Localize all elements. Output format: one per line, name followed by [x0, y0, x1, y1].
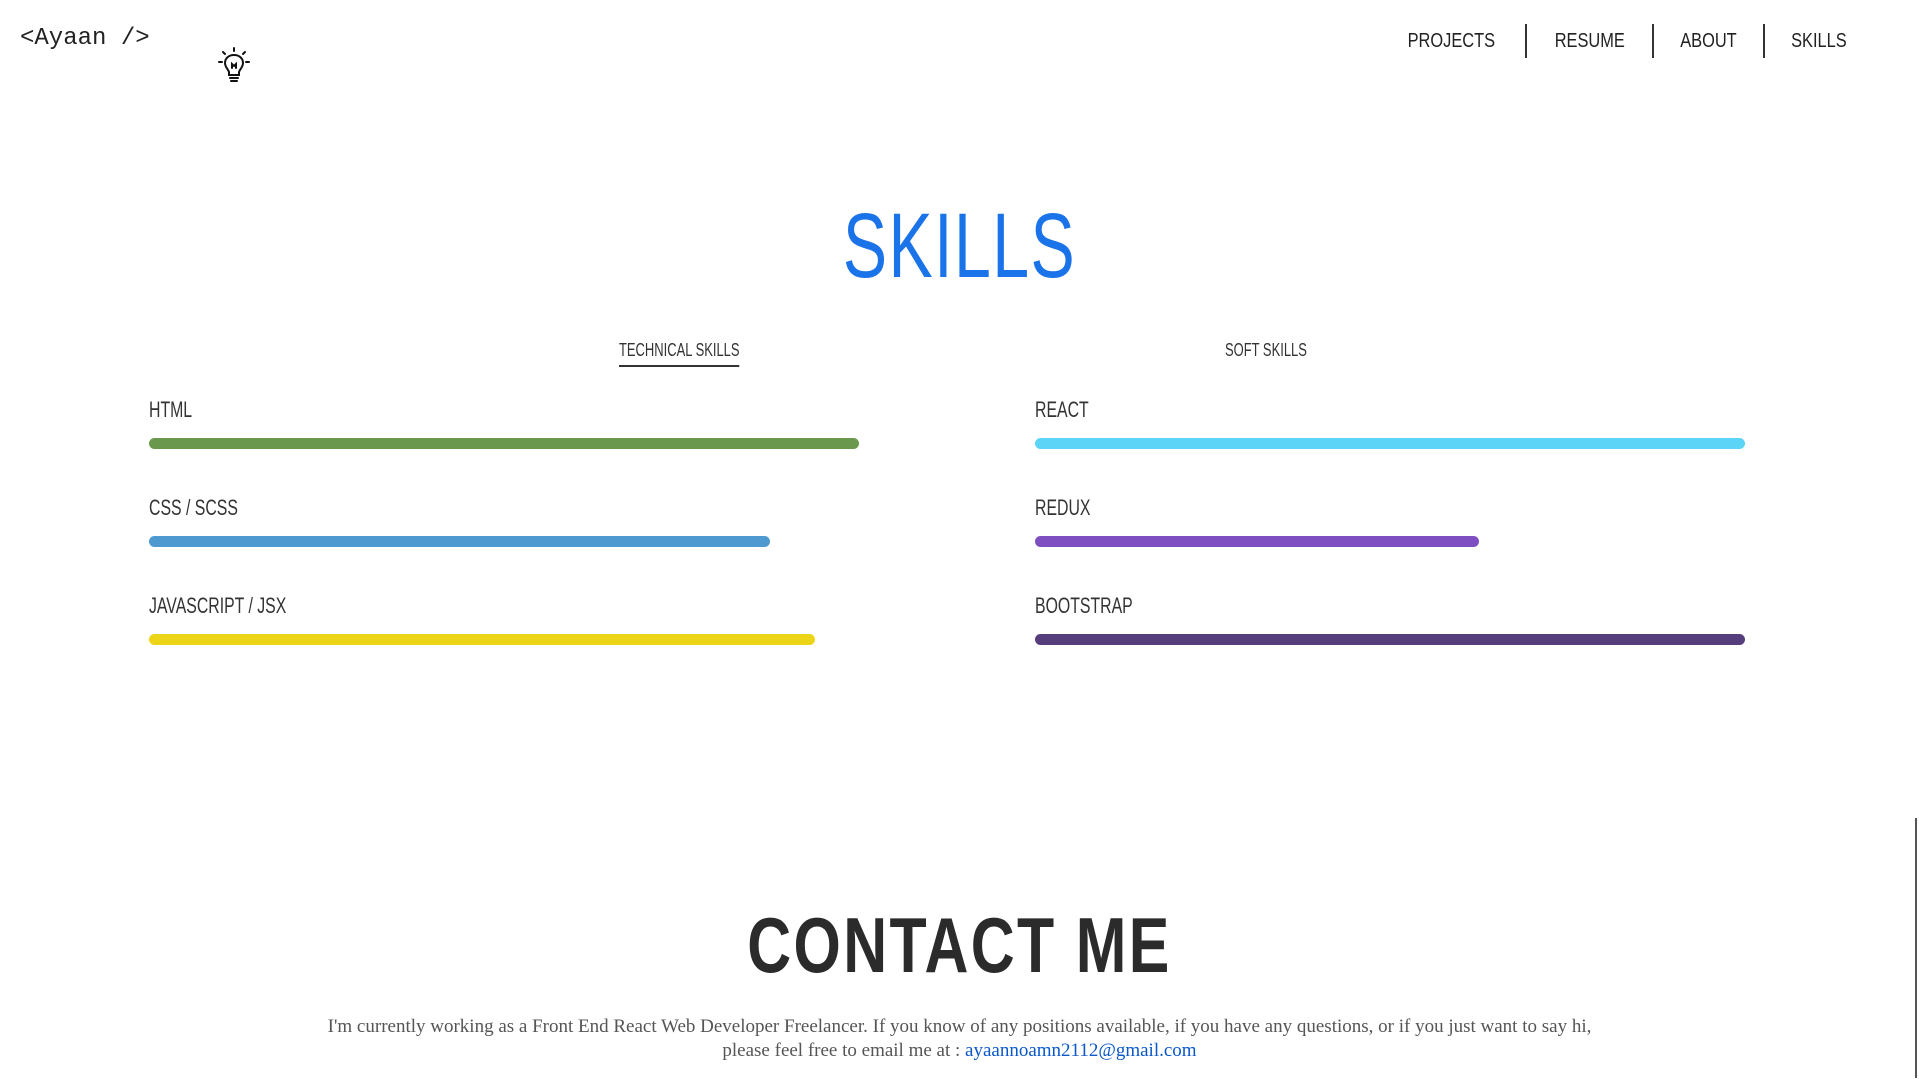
skill-bootstrap: BOOTSTRAP [1035, 592, 1745, 645]
skill-bar [149, 634, 859, 645]
lightbulb-icon [160, 19, 251, 82]
main-nav: PROJECTS RESUME ABOUT SKILLS [1378, 24, 1873, 58]
contact-line-2-text: please feel free to email me at : [722, 1040, 966, 1061]
skill-label: REACT [1035, 397, 1089, 422]
nav-divider [1652, 24, 1655, 58]
skill-bar [149, 536, 859, 547]
skill-bar-fill [1035, 634, 1745, 645]
skill-label: REDUX [1035, 495, 1091, 520]
skill-bar [1035, 634, 1745, 645]
skill-label: HTML [149, 397, 193, 422]
nav-projects[interactable]: PROJECTS [1391, 24, 1511, 58]
skill-bar [1035, 438, 1745, 449]
skill-javascript: JAVASCRIPT / JSX [149, 592, 859, 645]
skill-css: CSS / SCSS [149, 494, 859, 547]
skill-bar [149, 438, 859, 449]
nav-divider [1763, 24, 1766, 58]
tab-soft-skills[interactable]: SOFT SKILLS [1225, 340, 1307, 365]
skill-bar-fill [149, 634, 815, 645]
nav-resume[interactable]: RESUME [1538, 24, 1641, 58]
skill-redux: REDUX [1035, 494, 1745, 547]
skill-bar [1035, 536, 1745, 547]
skill-bar-fill [1035, 536, 1479, 547]
nav-skills[interactable]: SKILLS [1775, 24, 1863, 58]
contact-line-2: please feel free to email me at : ayaann… [0, 1039, 1919, 1063]
contact-line-1: I'm currently working as a Front End Rea… [327, 1016, 1592, 1037]
contact-heading: CONTACT ME [747, 901, 1172, 989]
skill-bar-fill [1035, 438, 1745, 449]
skill-label: JAVASCRIPT / JSX [149, 593, 287, 618]
skill-bar-fill [149, 536, 771, 547]
email-link[interactable]: ayaannoamn2112@gmail.com [965, 1040, 1197, 1061]
logo-text: <Ayaan /> [20, 24, 150, 52]
skill-bar-fill [149, 438, 859, 449]
skills-heading: SKILLS [842, 195, 1077, 297]
logo[interactable]: <Ayaan /> [20, 18, 251, 82]
nav-divider [1524, 24, 1527, 58]
scrollbar[interactable] [1915, 818, 1917, 1078]
nav-about[interactable]: ABOUT [1664, 24, 1753, 58]
skill-html: HTML [149, 396, 859, 449]
contact-message: I'm currently working as a Front End Rea… [0, 1015, 1919, 1063]
skill-react: REACT [1035, 396, 1745, 449]
tab-technical-skills[interactable]: TECHNICAL SKILLS [619, 340, 740, 367]
skill-label: CSS / SCSS [149, 495, 238, 520]
skill-label: BOOTSTRAP [1035, 593, 1133, 618]
